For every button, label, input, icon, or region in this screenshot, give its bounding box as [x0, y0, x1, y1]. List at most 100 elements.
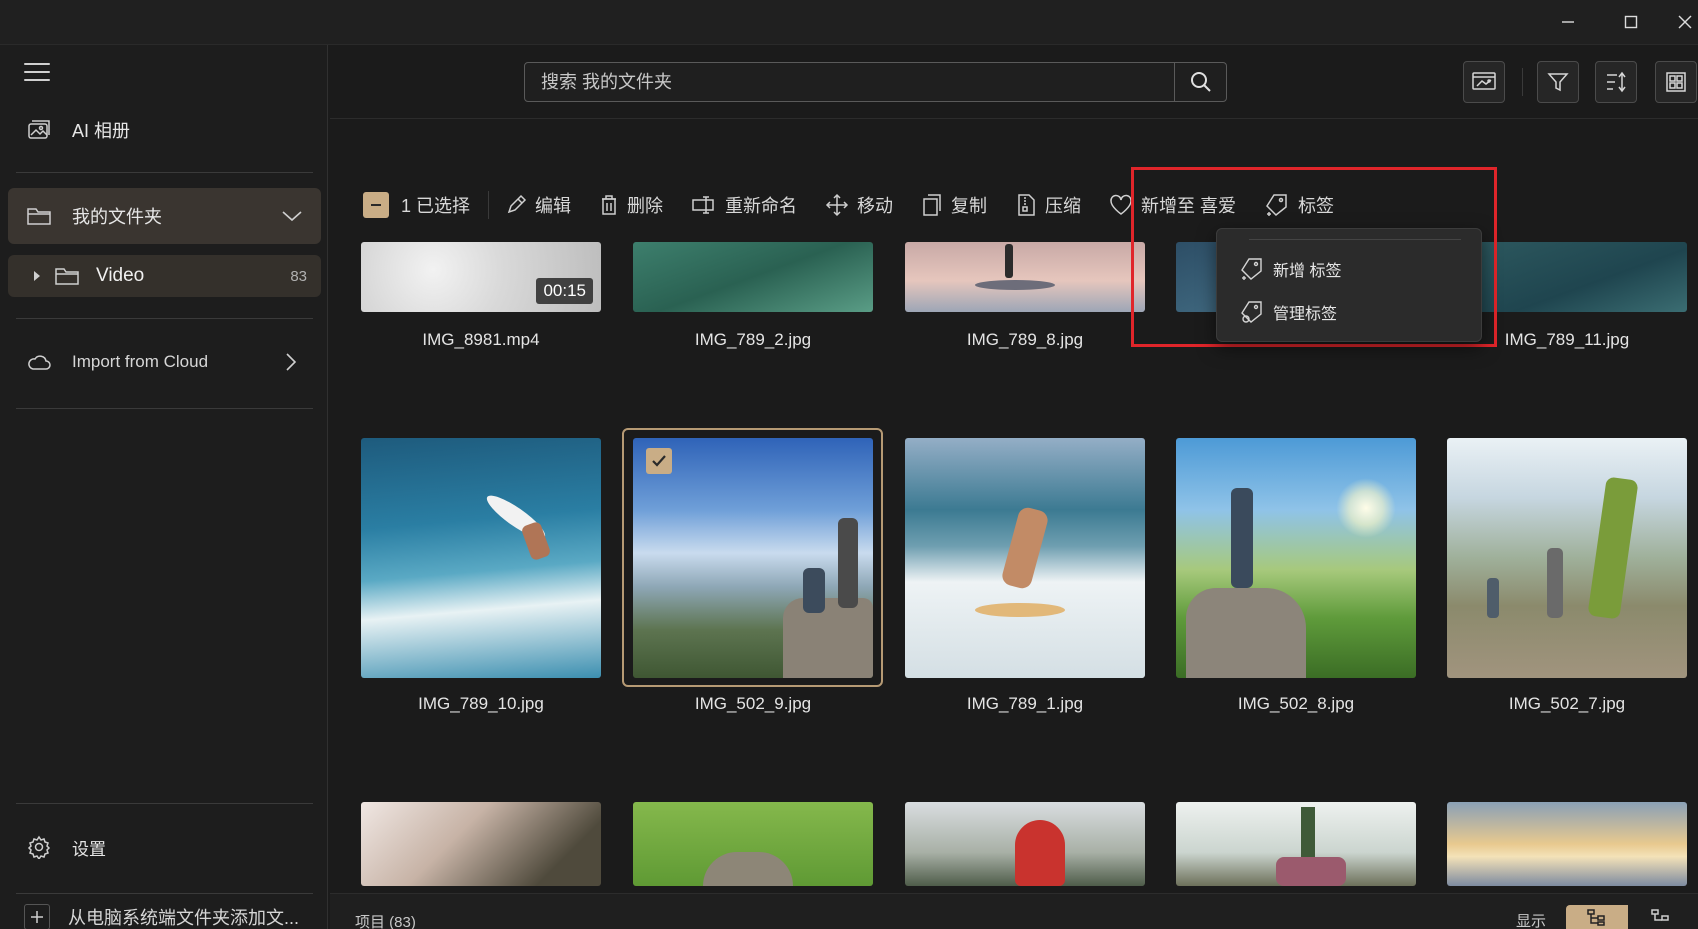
- sidebar-item-label: 我的文件夹: [72, 207, 162, 227]
- add-favorite-button[interactable]: 新增至 喜爱: [1109, 192, 1236, 218]
- search-icon: [1190, 72, 1211, 92]
- gear-icon: [24, 834, 54, 860]
- thumbnail-row3[interactable]: [633, 802, 873, 886]
- grid-view-button[interactable]: [1655, 61, 1697, 103]
- file-name: IMG_789_10.jpg: [418, 694, 544, 713]
- zip-icon: [1018, 194, 1035, 216]
- thumbnail-row3[interactable]: [905, 802, 1145, 886]
- display-label: 显示: [1516, 913, 1547, 929]
- slideshow-button[interactable]: [1463, 61, 1505, 103]
- maximize-icon: [1624, 15, 1638, 29]
- cloud-icon: [24, 349, 54, 375]
- delete-label: 删除: [627, 196, 664, 216]
- expand-triangle-icon[interactable]: [32, 270, 42, 282]
- thumbnail-row3[interactable]: [361, 802, 601, 886]
- divider: [16, 893, 313, 894]
- compress-button[interactable]: 压缩: [1015, 192, 1081, 218]
- file-name: IMG_789_8.jpg: [966, 330, 1084, 349]
- grid-view-icon: [1666, 72, 1686, 92]
- chevron-right-icon[interactable]: [285, 352, 297, 372]
- item-checkbox[interactable]: [646, 448, 672, 474]
- filter-button[interactable]: [1537, 61, 1579, 103]
- add-folder-label: 从电脑系统端文件夹添加文...: [68, 908, 300, 928]
- tag-label: 标签: [1298, 196, 1335, 216]
- sidebar-item-video[interactable]: Video 83: [8, 255, 321, 297]
- sidebar: AI 相册 我的文件夹 Video 83 Import from Cloud 设…: [0, 45, 328, 929]
- rock-shape: [1186, 588, 1306, 678]
- folder-icon: [24, 203, 54, 229]
- file-name: IMG_789_1.jpg: [966, 694, 1084, 713]
- move-button[interactable]: 移动: [825, 192, 893, 218]
- tag-dropdown-menu: 新增 标签 管理标签: [1216, 228, 1482, 342]
- toolbar-separator: [1522, 68, 1523, 96]
- plus-icon: [24, 904, 50, 929]
- surfboard-shape: [975, 280, 1055, 290]
- surfer-shape: [1000, 505, 1050, 591]
- thumbnail-row3[interactable]: [1447, 802, 1687, 886]
- selection-indicator[interactable]: 1 已选择: [363, 192, 470, 218]
- sidebar-item-my-folder[interactable]: 我的文件夹: [8, 188, 321, 244]
- status-bar: 项目 (83) 显示: [330, 893, 1698, 929]
- alt-tree-view-button[interactable]: [1630, 905, 1692, 929]
- sidebar-item-import-cloud[interactable]: Import from Cloud: [8, 340, 321, 384]
- new-tag-menu-item[interactable]: 新增 标签: [1239, 257, 1341, 281]
- alt-tree-view-icon: [1651, 909, 1669, 921]
- sidebar-item-label: Import from Cloud: [72, 352, 209, 371]
- divider: [16, 172, 313, 173]
- pencil-icon: [507, 194, 527, 214]
- divider: [16, 803, 313, 804]
- deselect-checkbox[interactable]: [363, 192, 389, 218]
- toolbar-separator: [488, 191, 490, 219]
- thumbnail-img-789-2[interactable]: [633, 242, 873, 312]
- close-button[interactable]: [1672, 8, 1698, 36]
- file-name: IMG_502_8.jpg: [1237, 694, 1355, 713]
- heart-icon: [1110, 194, 1132, 215]
- new-tag-label: 新增 标签: [1273, 263, 1342, 280]
- chevron-down-icon[interactable]: [281, 209, 303, 223]
- hamburger-menu-icon[interactable]: [24, 63, 50, 83]
- thumbnail-row3[interactable]: [1176, 802, 1416, 886]
- divider: [16, 318, 313, 319]
- tag-button[interactable]: 标签: [1264, 192, 1334, 218]
- rename-label: 重新命名: [725, 196, 798, 216]
- rename-button[interactable]: 重新命名: [691, 192, 797, 218]
- person-shape: [1231, 488, 1253, 588]
- rename-icon: [692, 196, 714, 214]
- search-input[interactable]: [525, 63, 1174, 101]
- minimize-button[interactable]: [1548, 8, 1588, 36]
- header-divider: [330, 118, 1698, 119]
- ai-album-icon: [24, 117, 54, 143]
- thumbnail-img-502-8[interactable]: [1176, 438, 1416, 678]
- sidebar-item-ai-album[interactable]: AI 相册: [8, 108, 321, 152]
- thumbnail-img-789-10[interactable]: [361, 438, 601, 678]
- tree-view-button[interactable]: [1566, 905, 1628, 929]
- filter-icon: [1547, 73, 1569, 92]
- thumbnail-img-789-8[interactable]: [905, 242, 1145, 312]
- file-name: IMG_789_11.jpg: [1504, 330, 1630, 349]
- delete-button[interactable]: 删除: [599, 192, 663, 218]
- copy-button[interactable]: 复制: [921, 192, 987, 218]
- maximize-button[interactable]: [1611, 8, 1651, 36]
- manage-tag-menu-item[interactable]: 管理标签: [1239, 300, 1337, 324]
- thumbnail-img-8981[interactable]: 00:15: [361, 242, 601, 312]
- sidebar-item-label: AI 相册: [72, 121, 131, 141]
- add-folder-button[interactable]: 从电脑系统端文件夹添加文...: [8, 903, 321, 929]
- slideshow-icon: [1472, 72, 1496, 90]
- thumbnail-img-502-7[interactable]: [1447, 438, 1687, 678]
- divider: [16, 408, 313, 409]
- menu-divider: [1249, 239, 1461, 240]
- sidebar-item-settings[interactable]: 设置: [8, 825, 321, 869]
- add-favorite-label: 新增至 喜爱: [1141, 196, 1237, 216]
- thumbnail-img-789-11[interactable]: [1447, 242, 1687, 312]
- file-name: IMG_502_7.jpg: [1508, 694, 1626, 713]
- edit-button[interactable]: 编辑: [505, 192, 571, 218]
- sidebar-item-label: Video: [96, 265, 145, 286]
- thumbnail-img-789-1[interactable]: [905, 438, 1145, 678]
- hiker-shape: [1547, 548, 1563, 618]
- search-button[interactable]: [1174, 63, 1226, 101]
- backpack-shape: [1276, 857, 1346, 886]
- copy-label: 复制: [951, 196, 988, 216]
- sort-button[interactable]: [1595, 61, 1637, 103]
- surfboard-shape: [975, 603, 1065, 617]
- tag-add-icon: [1241, 258, 1262, 280]
